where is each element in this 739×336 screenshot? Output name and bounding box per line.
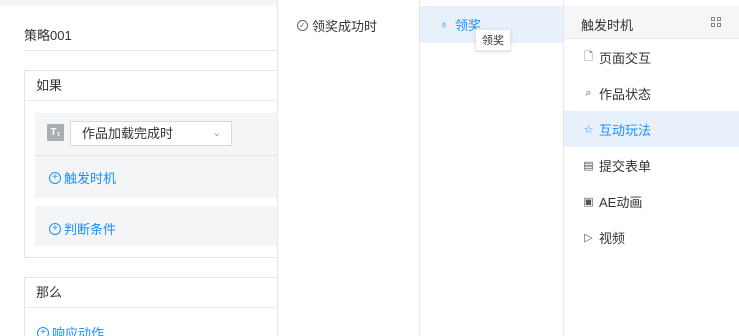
add-trigger-button[interactable]: + 触发时机 <box>49 168 116 187</box>
plus-circle-icon: + <box>37 326 49 336</box>
category-item-ae-animation[interactable]: ▣ AE动画 <box>564 183 739 219</box>
file-icon: 🗋 <box>584 50 593 63</box>
category-header: 触发时机 <box>564 6 739 39</box>
add-trigger-label: 触发时机 <box>64 171 117 186</box>
tag-icon: ⌕ <box>585 86 592 99</box>
category-item-submit-form[interactable]: ▤ 提交表单 <box>564 147 739 183</box>
category-item-work-status[interactable]: ⌕ 作品状态 <box>564 75 739 111</box>
event-item[interactable]: ✓ 领奖成功时 <box>297 16 377 35</box>
image-icon: ▣ <box>583 195 594 208</box>
plus-circle-icon: + <box>49 171 61 184</box>
play-icon: ▷ <box>584 231 593 244</box>
add-action-button[interactable]: + 响应动作 <box>37 323 104 336</box>
category-label: 互动玩法 <box>599 122 652 138</box>
plus-circle-icon: + <box>49 222 61 235</box>
trigger-select[interactable]: 作品加载完成时 ⌄ <box>70 121 232 146</box>
tooltip: 领奖 <box>475 29 511 51</box>
strategy-name[interactable]: 策略001 <box>24 25 72 44</box>
strategy-editor: 策略001 如果 T₁ 作品加载完成时 ⌄ + 触发时机 + 判断条件 那么 + <box>0 0 278 336</box>
bulb-icon: ♁ <box>440 18 449 31</box>
if-card-title: 如果 <box>25 71 277 101</box>
then-card: 那么 + 响应动作 <box>24 277 277 336</box>
add-condition-label: 判断条件 <box>64 222 117 237</box>
star-icon: ☆ <box>583 123 594 136</box>
category-header-title: 触发时机 <box>581 18 634 33</box>
category-label: 作品状态 <box>599 86 652 102</box>
trigger-type-icon: T₁ <box>47 124 64 141</box>
then-card-title: 那么 <box>25 278 277 308</box>
add-condition-button[interactable]: + 判断条件 <box>49 219 116 238</box>
category-item-page-interaction[interactable]: 🗋 页面交互 <box>564 39 739 75</box>
category-item-video[interactable]: ▷ 视频 <box>564 219 739 255</box>
check-circle-icon: ✓ <box>297 20 308 31</box>
category-label: 页面交互 <box>599 50 652 66</box>
chevron-down-icon: ⌄ <box>212 128 221 139</box>
grid-icon[interactable] <box>711 17 721 27</box>
trigger-select-value: 作品加载完成时 <box>82 126 174 141</box>
event-item-label: 领奖成功时 <box>312 19 378 34</box>
category-label: 视频 <box>599 230 626 246</box>
event-column: ✓ 领奖成功时 <box>277 0 419 336</box>
form-icon: ▤ <box>583 159 594 172</box>
divider <box>24 50 277 51</box>
category-label: AE动画 <box>599 194 643 210</box>
if-card: 如果 T₁ 作品加载完成时 ⌄ + 触发时机 + 判断条件 <box>24 70 278 258</box>
trigger-block: T₁ 作品加载完成时 ⌄ + 触发时机 <box>35 113 278 198</box>
category-item-interactive-play[interactable]: ☆ 互动玩法 <box>564 111 739 147</box>
condition-block: + 判断条件 <box>35 206 278 246</box>
top-gap <box>0 0 277 6</box>
add-action-label: 响应动作 <box>52 326 105 336</box>
block-divider <box>35 155 278 156</box>
category-label: 提交表单 <box>599 158 652 174</box>
trigger-category-column: 触发时机 🗋 页面交互 ⌕ 作品状态 ☆ 互动玩法 ▤ 提交表单 ▣ AE动画 … <box>563 0 739 336</box>
